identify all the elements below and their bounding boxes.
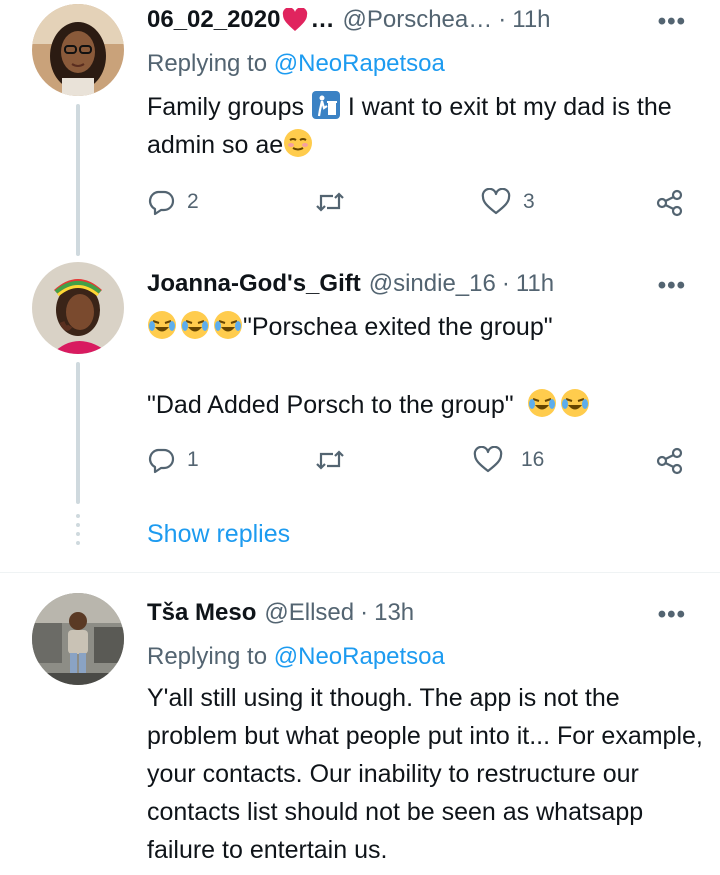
tweet-text-part: "Dad Added Porsch to the group": [147, 391, 514, 419]
laughing-emoji: [560, 389, 589, 417]
timestamp[interactable]: 11h: [512, 6, 550, 34]
laughing-emoji: [527, 389, 556, 417]
user-handle[interactable]: @Porschea…: [342, 6, 492, 34]
reply-button[interactable]: 1: [147, 446, 199, 474]
separator-dot: ·: [360, 599, 369, 626]
display-name[interactable]: Tša Meso: [147, 599, 256, 627]
like-icon: [473, 446, 503, 473]
tweet-text-part: Family groups: [147, 93, 304, 121]
tweet-header: Joanna-God's_Gift @sindie_16 · 11h: [147, 266, 554, 302]
replying-label: Replying to: [147, 643, 268, 670]
like-count: 3: [523, 190, 535, 213]
more-icon[interactable]: •••: [658, 272, 686, 300]
laughing-emoji: [181, 311, 209, 339]
heart-emoji: [283, 8, 308, 31]
display-name[interactable]: Joanna-God's_Gift: [147, 270, 361, 298]
replying-to: Replying to @NeoRapetsoa: [147, 643, 445, 671]
separator-dot: ·: [501, 270, 510, 297]
reply-icon: [148, 448, 175, 474]
tweet-1[interactable]: 06_02_2020 … @Porschea… · 11h ••• Replyi…: [0, 0, 720, 260]
reply-button[interactable]: 2: [147, 188, 199, 216]
timestamp[interactable]: 13h: [374, 599, 414, 627]
retweet-button[interactable]: [315, 446, 357, 474]
share-icon: [656, 189, 683, 217]
more-icon[interactable]: •••: [658, 8, 686, 36]
display-name[interactable]: 06_02_2020: [147, 6, 280, 34]
laughing-emoji: [148, 311, 176, 339]
replying-to: Replying to @NeoRapetsoa: [147, 50, 445, 78]
share-button[interactable]: [655, 188, 685, 218]
like-count: 16: [521, 448, 545, 471]
trash-icon: [311, 91, 340, 119]
share-icon: [656, 447, 683, 475]
tweet-3[interactable]: Tša Meso @Ellsed · 13h ••• Replying to @…: [0, 573, 720, 875]
tweet-header: Tša Meso @Ellsed · 13h: [147, 595, 414, 631]
like-button[interactable]: 16: [473, 446, 544, 474]
separator-dot: ·: [498, 6, 507, 33]
show-replies-link[interactable]: Show replies: [147, 520, 290, 549]
avatar[interactable]: [32, 262, 124, 354]
mention-link[interactable]: @NeoRapetsoa: [274, 643, 445, 670]
user-handle[interactable]: @sindie_16: [369, 270, 496, 298]
share-button[interactable]: [655, 446, 685, 476]
reply-count: 2: [187, 190, 199, 213]
mention-link[interactable]: @NeoRapetsoa: [274, 50, 445, 77]
thread-line: [76, 104, 80, 256]
like-icon: [481, 188, 511, 215]
tweet-2[interactable]: Joanna-God's_Gift @sindie_16 · 11h ••• "…: [0, 260, 720, 572]
reply-count: 1: [187, 448, 199, 471]
tweet-text-part: "Porschea exited the group": [243, 313, 553, 341]
like-button[interactable]: 3: [481, 188, 535, 216]
thread-line: [76, 362, 80, 504]
user-handle[interactable]: @Ellsed: [264, 599, 354, 627]
more-icon[interactable]: •••: [658, 601, 686, 629]
tweet-text-line: "Porschea exited the group": [147, 308, 707, 346]
tweet-text-line: "Dad Added Porsch to the group": [147, 386, 707, 424]
laughing-emoji: [214, 311, 242, 339]
tweet-header: 06_02_2020 … @Porschea… · 11h: [147, 2, 551, 38]
timestamp[interactable]: 11h: [516, 270, 554, 298]
tweet-actions: 1 16: [147, 446, 707, 482]
tweet-text: "Porschea exited the group" "Dad Added P…: [147, 308, 707, 424]
thread-dots: [76, 514, 80, 554]
relieved-emoji: [284, 129, 313, 157]
retweet-button[interactable]: [315, 188, 357, 216]
tweet-text: Y'all still using it though. The app is …: [147, 684, 703, 864]
replying-label: Replying to: [147, 50, 268, 77]
avatar[interactable]: [32, 593, 124, 685]
tweet-actions: 2 3: [147, 188, 707, 224]
retweet-icon: [316, 450, 344, 470]
retweet-icon: [316, 192, 344, 212]
reply-icon: [148, 190, 175, 216]
tweet-text: Family groups I want to exit bt my dad i…: [147, 88, 707, 164]
avatar[interactable]: [32, 4, 124, 96]
display-name-ellipsis: …: [310, 6, 335, 33]
